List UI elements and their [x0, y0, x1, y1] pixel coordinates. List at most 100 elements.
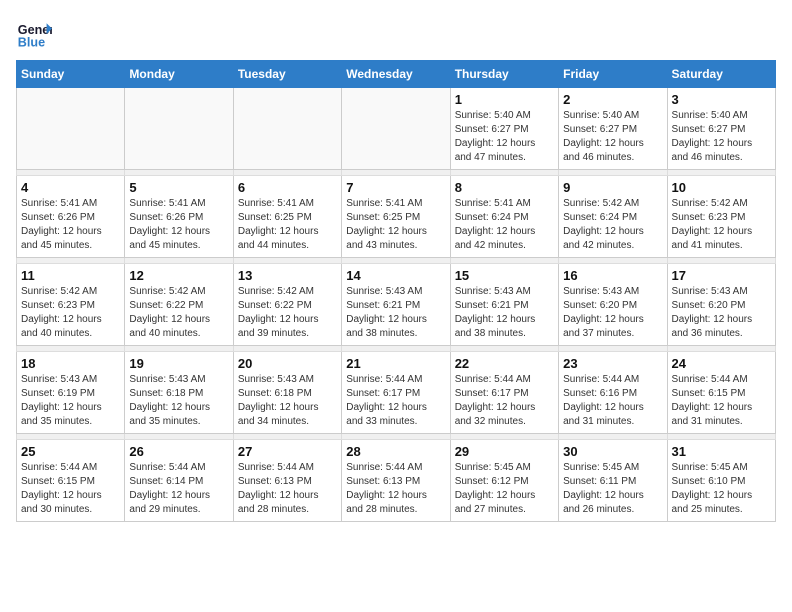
day-number: 4: [21, 180, 120, 195]
calendar-cell: 22 Sunrise: 5:44 AM Sunset: 6:17 PM Dayli…: [450, 352, 558, 434]
day-number: 28: [346, 444, 445, 459]
day-info: Sunrise: 5:44 AM Sunset: 6:14 PM Dayligh…: [129, 461, 228, 517]
day-info: Sunrise: 5:42 AM Sunset: 6:23 PM Dayligh…: [21, 285, 120, 341]
day-info: Sunrise: 5:43 AM Sunset: 6:18 PM Dayligh…: [238, 373, 337, 429]
day-number: 29: [455, 444, 554, 459]
day-number: 19: [129, 356, 228, 371]
day-number: 10: [672, 180, 771, 195]
day-info: Sunrise: 5:40 AM Sunset: 6:27 PM Dayligh…: [672, 109, 771, 165]
calendar-cell: 8 Sunrise: 5:41 AM Sunset: 6:24 PM Daylig…: [450, 176, 558, 258]
day-number: 20: [238, 356, 337, 371]
calendar-cell: 2Sunrise: 5:40 AM Sunset: 6:27 PM Daylig…: [559, 88, 667, 170]
header: General Blue: [16, 16, 776, 52]
calendar-cell: 25 Sunrise: 5:44 AM Sunset: 6:15 PM Dayli…: [17, 440, 125, 522]
calendar-cell: 26 Sunrise: 5:44 AM Sunset: 6:14 PM Dayli…: [125, 440, 233, 522]
calendar-cell: 13Sunrise: 5:42 AM Sunset: 6:22 PM Dayli…: [233, 264, 341, 346]
day-number: 22: [455, 356, 554, 371]
calendar: SundayMondayTuesdayWednesdayThursdayFrid…: [16, 60, 776, 522]
day-number: 9: [563, 180, 662, 195]
day-number: 17: [672, 268, 771, 283]
day-info: Sunrise: 5:41 AM Sunset: 6:26 PM Dayligh…: [129, 197, 228, 253]
calendar-cell: [17, 88, 125, 170]
day-info: Sunrise: 5:43 AM Sunset: 6:20 PM Dayligh…: [563, 285, 662, 341]
day-number: 3: [672, 92, 771, 107]
day-number: 18: [21, 356, 120, 371]
day-number: 5: [129, 180, 228, 195]
day-of-week-header: Friday: [559, 61, 667, 88]
day-number: 16: [563, 268, 662, 283]
logo: General Blue: [16, 16, 52, 52]
day-info: Sunrise: 5:45 AM Sunset: 6:11 PM Dayligh…: [563, 461, 662, 517]
day-number: 14: [346, 268, 445, 283]
calendar-cell: [233, 88, 341, 170]
calendar-week-row: 25 Sunrise: 5:44 AM Sunset: 6:15 PM Dayli…: [17, 440, 776, 522]
day-number: 30: [563, 444, 662, 459]
day-info: Sunrise: 5:43 AM Sunset: 6:19 PM Dayligh…: [21, 373, 120, 429]
day-info: Sunrise: 5:43 AM Sunset: 6:21 PM Dayligh…: [346, 285, 445, 341]
calendar-cell: 17 Sunrise: 5:43 AM Sunset: 6:20 PM Dayli…: [667, 264, 775, 346]
calendar-cell: [342, 88, 450, 170]
day-number: 25: [21, 444, 120, 459]
day-number: 15: [455, 268, 554, 283]
calendar-cell: 16 Sunrise: 5:43 AM Sunset: 6:20 PM Dayli…: [559, 264, 667, 346]
day-info: Sunrise: 5:45 AM Sunset: 6:12 PM Dayligh…: [455, 461, 554, 517]
day-info: Sunrise: 5:41 AM Sunset: 6:26 PM Dayligh…: [21, 197, 120, 253]
day-info: Sunrise: 5:44 AM Sunset: 6:17 PM Dayligh…: [455, 373, 554, 429]
calendar-cell: 3 Sunrise: 5:40 AM Sunset: 6:27 PM Daylig…: [667, 88, 775, 170]
calendar-cell: 5 Sunrise: 5:41 AM Sunset: 6:26 PM Daylig…: [125, 176, 233, 258]
day-info: Sunrise: 5:43 AM Sunset: 6:20 PM Dayligh…: [672, 285, 771, 341]
day-info: Sunrise: 5:42 AM Sunset: 6:22 PM Dayligh…: [238, 285, 337, 341]
day-number: 7: [346, 180, 445, 195]
day-info: Sunrise: 5:41 AM Sunset: 6:25 PM Dayligh…: [238, 197, 337, 253]
day-info: Sunrise: 5:40 AM Sunset: 6:27 PM Dayligh…: [455, 109, 554, 165]
day-of-week-header: Saturday: [667, 61, 775, 88]
day-info: Sunrise: 5:42 AM Sunset: 6:23 PM Dayligh…: [672, 197, 771, 253]
day-number: 11: [21, 268, 120, 283]
day-info: Sunrise: 5:43 AM Sunset: 6:18 PM Dayligh…: [129, 373, 228, 429]
day-info: Sunrise: 5:42 AM Sunset: 6:24 PM Dayligh…: [563, 197, 662, 253]
calendar-cell: 11 Sunrise: 5:42 AM Sunset: 6:23 PM Dayli…: [17, 264, 125, 346]
day-of-week-header: Sunday: [17, 61, 125, 88]
calendar-week-row: 4 Sunrise: 5:41 AM Sunset: 6:26 PM Daylig…: [17, 176, 776, 258]
day-info: Sunrise: 5:40 AM Sunset: 6:27 PM Dayligh…: [563, 109, 662, 165]
day-number: 8: [455, 180, 554, 195]
calendar-cell: 18 Sunrise: 5:43 AM Sunset: 6:19 PM Dayli…: [17, 352, 125, 434]
day-info: Sunrise: 5:44 AM Sunset: 6:13 PM Dayligh…: [238, 461, 337, 517]
day-number: 1: [455, 92, 554, 107]
day-number: 26: [129, 444, 228, 459]
day-info: Sunrise: 5:44 AM Sunset: 6:17 PM Dayligh…: [346, 373, 445, 429]
calendar-cell: 1 Sunrise: 5:40 AM Sunset: 6:27 PM Daylig…: [450, 88, 558, 170]
calendar-cell: 21 Sunrise: 5:44 AM Sunset: 6:17 PM Dayli…: [342, 352, 450, 434]
calendar-cell: 6 Sunrise: 5:41 AM Sunset: 6:25 PM Daylig…: [233, 176, 341, 258]
calendar-cell: 9 Sunrise: 5:42 AM Sunset: 6:24 PM Daylig…: [559, 176, 667, 258]
day-number: 21: [346, 356, 445, 371]
day-number: 31: [672, 444, 771, 459]
day-info: Sunrise: 5:41 AM Sunset: 6:24 PM Dayligh…: [455, 197, 554, 253]
calendar-cell: 27 Sunrise: 5:44 AM Sunset: 6:13 PM Dayli…: [233, 440, 341, 522]
day-number: 6: [238, 180, 337, 195]
calendar-cell: 4 Sunrise: 5:41 AM Sunset: 6:26 PM Daylig…: [17, 176, 125, 258]
calendar-cell: 20 Sunrise: 5:43 AM Sunset: 6:18 PM Dayli…: [233, 352, 341, 434]
logo-icon: General Blue: [16, 16, 52, 52]
calendar-header-row: SundayMondayTuesdayWednesdayThursdayFrid…: [17, 61, 776, 88]
day-number: 23: [563, 356, 662, 371]
calendar-cell: 23 Sunrise: 5:44 AM Sunset: 6:16 PM Dayli…: [559, 352, 667, 434]
calendar-week-row: 18 Sunrise: 5:43 AM Sunset: 6:19 PM Dayli…: [17, 352, 776, 434]
calendar-cell: 30 Sunrise: 5:45 AM Sunset: 6:11 PM Dayli…: [559, 440, 667, 522]
day-info: Sunrise: 5:44 AM Sunset: 6:16 PM Dayligh…: [563, 373, 662, 429]
calendar-cell: 31 Sunrise: 5:45 AM Sunset: 6:10 PM Dayli…: [667, 440, 775, 522]
day-number: 12: [129, 268, 228, 283]
calendar-cell: 10 Sunrise: 5:42 AM Sunset: 6:23 PM Dayli…: [667, 176, 775, 258]
day-info: Sunrise: 5:45 AM Sunset: 6:10 PM Dayligh…: [672, 461, 771, 517]
day-of-week-header: Wednesday: [342, 61, 450, 88]
day-info: Sunrise: 5:41 AM Sunset: 6:25 PM Dayligh…: [346, 197, 445, 253]
day-info: Sunrise: 5:44 AM Sunset: 6:15 PM Dayligh…: [21, 461, 120, 517]
calendar-cell: 12 Sunrise: 5:42 AM Sunset: 6:22 PM Dayli…: [125, 264, 233, 346]
calendar-cell: 7 Sunrise: 5:41 AM Sunset: 6:25 PM Daylig…: [342, 176, 450, 258]
calendar-cell: 14 Sunrise: 5:43 AM Sunset: 6:21 PM Dayli…: [342, 264, 450, 346]
svg-text:Blue: Blue: [18, 36, 45, 50]
day-number: 27: [238, 444, 337, 459]
calendar-cell: 24Sunrise: 5:44 AM Sunset: 6:15 PM Dayli…: [667, 352, 775, 434]
day-info: Sunrise: 5:42 AM Sunset: 6:22 PM Dayligh…: [129, 285, 228, 341]
day-info: Sunrise: 5:43 AM Sunset: 6:21 PM Dayligh…: [455, 285, 554, 341]
